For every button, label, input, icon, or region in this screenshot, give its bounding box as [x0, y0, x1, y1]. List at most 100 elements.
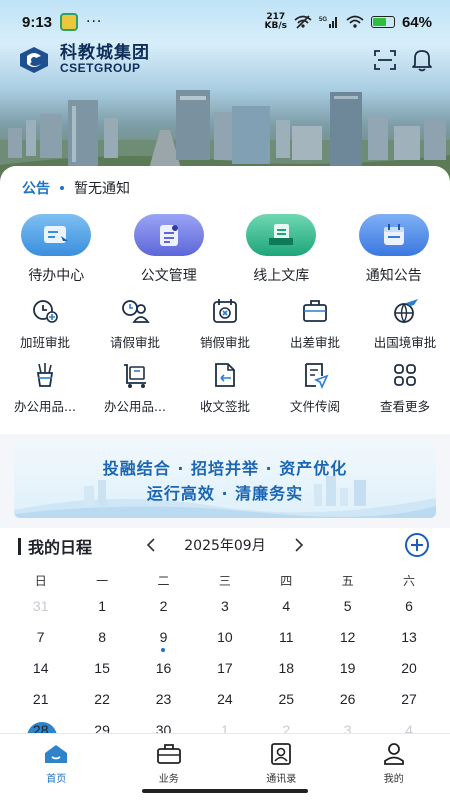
app-office-supplies-apply[interactable]: 办公用品... — [0, 360, 90, 424]
app-file-circulate[interactable]: 文件传阅 — [270, 360, 360, 424]
calendar-day[interactable]: 3 — [194, 598, 255, 629]
day-number: 22 — [94, 691, 110, 707]
calendar-day[interactable]: 17 — [194, 660, 255, 691]
calendar-day[interactable]: 10 — [194, 629, 255, 660]
home-icon — [43, 742, 69, 766]
weekday-label: 三 — [218, 574, 231, 588]
app-online-library[interactable]: 线上文库 — [225, 214, 338, 285]
tab-label: 首页 — [46, 774, 67, 785]
app-document-management[interactable]: 公文管理 — [113, 214, 226, 285]
calendar-day[interactable]: 12 — [317, 629, 378, 660]
main-app-grid: 待办中心 公文管理 线上文库 通知公告 — [0, 214, 450, 285]
app-label: 收文签批 — [199, 399, 250, 414]
library-icon — [246, 214, 317, 256]
slogan-banner[interactable]: 投融结合 · 招培并举 · 资产优化 运行高效 · 清廉务实 — [14, 440, 436, 518]
calendar-day[interactable]: 8 — [71, 629, 132, 660]
weekday-label: 一 — [96, 574, 109, 588]
todo-icon — [21, 214, 92, 256]
tab-home[interactable]: 首页 — [0, 734, 113, 800]
app-todo-center[interactable]: 待办中心 — [0, 214, 113, 285]
prev-month-button[interactable] — [140, 534, 162, 556]
day-number: 16 — [155, 660, 172, 676]
tab-mine[interactable]: 我的 — [338, 734, 450, 800]
calendar-day[interactable]: 14 — [10, 660, 71, 691]
calendar-day[interactable]: 31 — [10, 598, 71, 629]
calendar-week-row: 28 29 30 1 2 3 4 — [10, 722, 440, 733]
calendar-day[interactable]: 26 — [317, 691, 378, 722]
schedule-title: 我的日程 — [28, 538, 93, 557]
calendar-day[interactable]: 1 — [194, 722, 255, 733]
calendar-day[interactable]: 5 — [317, 598, 378, 629]
home-indicator[interactable] — [142, 789, 308, 793]
app-notice-announcement[interactable]: 通知公告 — [338, 214, 450, 285]
calendar-day[interactable]: 24 — [194, 691, 255, 722]
calendar-day[interactable]: 20 — [378, 660, 439, 691]
app-label: 通知公告 — [365, 268, 422, 284]
day-number: 29 — [94, 722, 110, 733]
app-office-supplies-receive[interactable]: 办公用品... — [90, 360, 180, 424]
calendar-day[interactable]: 4 — [256, 598, 317, 629]
overseas-icon — [390, 296, 420, 326]
calendar-day[interactable]: 4 — [378, 722, 439, 733]
office-supplies-receive-icon — [120, 360, 150, 390]
day-number: 31 — [32, 598, 49, 614]
calendar-day[interactable]: 23 — [133, 691, 194, 722]
calendar-week-row: 7 8 9 10 11 12 13 — [10, 629, 440, 660]
calendar-day[interactable]: 16 — [133, 660, 194, 691]
calendar-day[interactable]: 13 — [378, 629, 439, 660]
calendar-day[interactable]: 21 — [10, 691, 71, 722]
app-overseas-approval[interactable]: 出国境审批 — [360, 296, 450, 360]
business-trip-icon — [300, 296, 330, 326]
battery-icon — [370, 16, 395, 28]
receive-doc-icon — [210, 360, 240, 390]
calendar-day[interactable]: 7 — [10, 629, 71, 660]
calendar-day[interactable]: 15 — [71, 660, 132, 691]
next-month-button[interactable] — [288, 534, 310, 556]
app-label: 出差审批 — [289, 335, 340, 350]
calendar-day[interactable]: 2 — [133, 598, 194, 629]
calendar-day[interactable]: 30 — [133, 722, 194, 733]
weekday-label: 四 — [280, 574, 293, 588]
calendar-day[interactable]: 18 — [256, 660, 317, 691]
app-overtime-approval[interactable]: 加班审批 — [0, 296, 90, 360]
app-label: 文件传阅 — [289, 399, 340, 414]
calendar-day[interactable]: 27 — [378, 691, 439, 722]
app-label: 办公用品... — [104, 399, 166, 414]
battery-fill — [372, 18, 386, 26]
bell-icon — [412, 50, 432, 72]
calendar-day[interactable]: 11 — [256, 629, 317, 660]
document-icon — [133, 214, 204, 256]
calendar-day[interactable]: 1 — [71, 598, 132, 629]
calendar-day[interactable]: 6 — [378, 598, 439, 629]
calendar-day-today[interactable]: 28 — [10, 722, 71, 733]
day-number: 24 — [217, 691, 233, 707]
day-number: 4 — [282, 598, 291, 614]
app-label: 办公用品... — [14, 399, 76, 414]
calendar-day[interactable]: 29 — [71, 722, 132, 733]
app-leave-approval[interactable]: 请假审批 — [90, 296, 180, 360]
calendar-day[interactable]: 9 — [133, 629, 194, 660]
scan-icon — [374, 50, 396, 70]
banner-skyline-decoration — [14, 476, 436, 518]
overtime-icon — [30, 296, 60, 326]
calendar-day[interactable]: 22 — [71, 691, 132, 722]
calendar-day[interactable]: 3 — [317, 722, 378, 733]
day-number: 21 — [32, 691, 49, 707]
battery-percent: 64% — [401, 13, 432, 31]
file-circulate-icon — [300, 360, 330, 390]
day-number: 14 — [32, 660, 49, 676]
schedule-header: 我的日程 — [18, 534, 92, 558]
add-schedule-button[interactable] — [405, 533, 429, 557]
signal-icon: 5G — [319, 17, 337, 28]
app-business-trip-approval[interactable]: 出差审批 — [270, 296, 360, 360]
app-receive-document-sign[interactable]: 收文签批 — [180, 360, 270, 424]
day-number: 2 — [159, 598, 168, 614]
notice-bar[interactable]: 公告 暂无通知 — [22, 178, 130, 198]
calendar-day[interactable]: 19 — [317, 660, 378, 691]
app-label: 线上文库 — [253, 268, 310, 284]
app-view-more[interactable]: 查看更多 — [360, 360, 450, 424]
app-cancel-leave-approval[interactable]: 销假审批 — [180, 296, 270, 360]
day-number: 11 — [278, 629, 294, 645]
calendar-day[interactable]: 2 — [256, 722, 317, 733]
calendar-day[interactable]: 25 — [256, 691, 317, 722]
